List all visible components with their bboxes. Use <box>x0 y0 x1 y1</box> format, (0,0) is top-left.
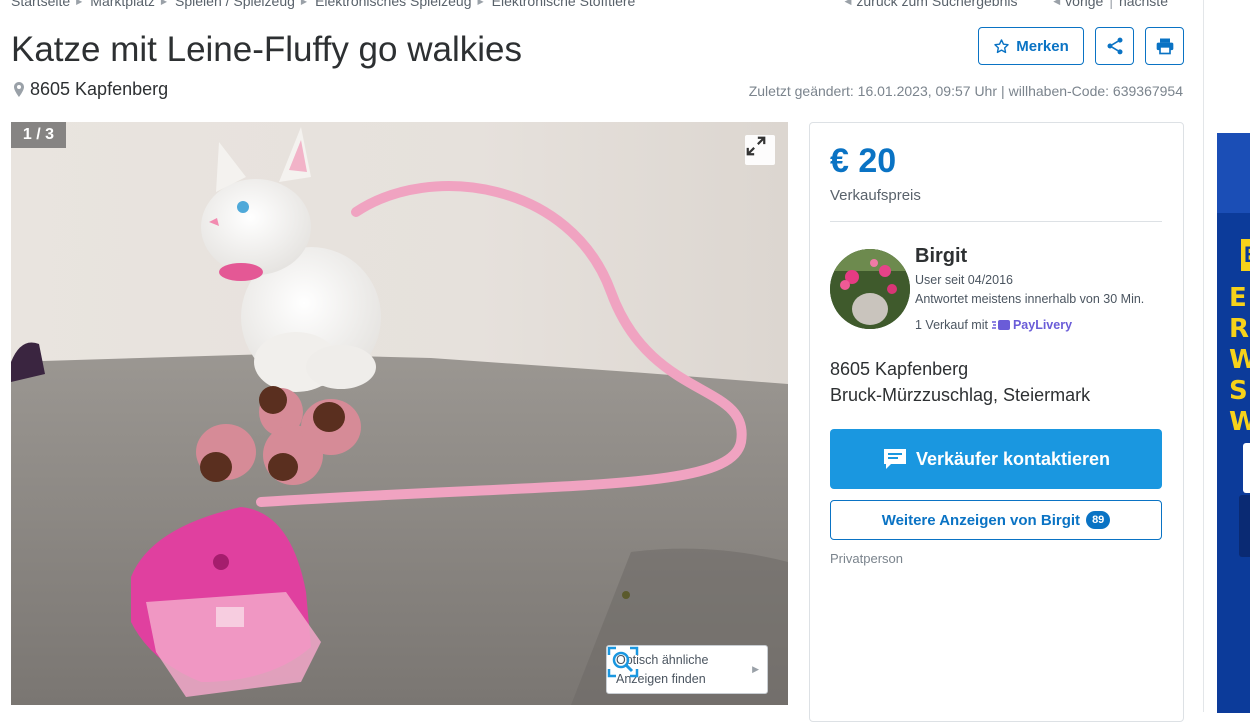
content-edge <box>1203 0 1204 712</box>
ad-dark-panel <box>1239 495 1250 557</box>
ad-letter: E <box>1229 283 1247 313</box>
listing-location: 8605 Kapfenberg <box>14 79 168 100</box>
location-text: 8605 Kapfenberg <box>30 79 169 99</box>
save-button-label: Merken <box>1016 37 1069 55</box>
paylivery-icon <box>991 320 1010 330</box>
ad-letter: S <box>1229 376 1248 406</box>
star-icon <box>994 38 1009 53</box>
chevron-left-icon: ◀ <box>1053 0 1061 6</box>
seller-response-time: Antwortet meistens innerhalb von 30 Min. <box>915 292 1145 306</box>
chevron-right-icon: ▶ <box>160 0 168 6</box>
next-link[interactable]: nächste <box>1119 0 1168 9</box>
paylivery-brand: PayLivery <box>991 318 1073 332</box>
seller-name[interactable]: Birgit <box>915 245 967 268</box>
seller-avatar[interactable] <box>830 249 910 329</box>
ad-top-band <box>1217 133 1250 213</box>
price-value: € 20 <box>830 142 897 180</box>
price-label: Verkaufspreis <box>830 187 921 204</box>
ad-letter: R <box>1229 314 1250 344</box>
ad-text: E R W S W <box>1229 283 1250 438</box>
chevron-left-icon: ◀ <box>844 0 852 6</box>
last-changed-text: Zuletzt geändert: 16.01.2023, 09:57 Uhr <box>748 83 997 99</box>
image-gallery[interactable]: 1 / 3 Optisch ähnliche Anzeigen finden ▶ <box>11 122 788 705</box>
divider: | <box>1109 0 1113 9</box>
map-pin-icon <box>14 82 24 97</box>
chevron-right-icon: ▶ <box>76 0 83 6</box>
seller-sales: 1 Verkauf mit PayLivery <box>915 318 1072 332</box>
more-ads-count-badge: 89 <box>1086 511 1111 529</box>
seller-address-line2: Bruck-Mürzzuschlag, Steiermark <box>830 385 1091 405</box>
seller-address-line1: 8605 Kapfenberg <box>830 359 969 379</box>
image-counter: 1 / 3 <box>11 122 66 148</box>
visual-search-button[interactable]: Optisch ähnliche Anzeigen finden ▶ <box>606 645 768 694</box>
save-button[interactable]: Merken <box>978 27 1084 65</box>
seller-sales-text: 1 Verkauf mit <box>915 318 988 332</box>
print-icon <box>1156 38 1173 55</box>
breadcrumb-item-elektronisches-spielzeug[interactable]: Elektronisches Spielzeug <box>315 0 471 9</box>
result-navigation: ◀ zurück zum Suchergebnis ◀ vorige | nächste <box>844 0 1168 9</box>
chevron-right-icon: ▶ <box>752 664 759 674</box>
listing-code-text: willhaben-Code: 639367954 <box>1008 83 1183 99</box>
more-ads-label: Weitere Anzeigen von Birgit <box>881 511 1081 529</box>
chat-icon <box>883 449 906 469</box>
listing-toolbar: Merken <box>978 27 1184 65</box>
breadcrumb-item-marktplatz[interactable]: Marktplatz <box>90 0 155 9</box>
breadcrumb-item-spielen[interactable]: Spielen / Spielzeug <box>175 0 295 9</box>
ad-banner[interactable]: B E R W S W <box>1217 133 1250 713</box>
price-seller-card: € 20 Verkaufspreis Birgit User seit 04/2… <box>809 122 1184 722</box>
avatar-image <box>830 249 910 329</box>
ad-yellow-letter: B <box>1241 239 1250 271</box>
share-button[interactable] <box>1095 27 1134 65</box>
chevron-right-icon: ▶ <box>477 0 484 6</box>
visual-search-icon <box>607 646 639 678</box>
share-icon <box>1107 37 1122 55</box>
divider: | <box>1001 83 1005 99</box>
paylivery-label: PayLivery <box>1012 318 1073 332</box>
divider <box>830 221 1162 222</box>
breadcrumb-item-elektronische-stofftiere[interactable]: Elektronische Stofftiere <box>492 0 636 9</box>
previous-link[interactable]: vorige <box>1065 0 1103 9</box>
contact-seller-label: Verkäufer kontaktieren <box>915 448 1111 469</box>
seller-type: Privatperson <box>830 551 903 566</box>
seller-since: User seit 04/2016 <box>915 273 1013 287</box>
page-title: Katze mit Leine-Fluffy go walkies <box>11 30 522 69</box>
ad-letter: W <box>1229 407 1250 437</box>
listing-photo <box>11 122 788 705</box>
ad-letter: W <box>1229 345 1250 375</box>
breadcrumb: Startseite ▶ Marktplatz ▶ Spielen / Spielzeu… <box>11 0 635 9</box>
fullscreen-button[interactable] <box>745 135 775 165</box>
contact-seller-button[interactable]: Verkäufer kontaktieren <box>830 429 1162 489</box>
ad-white-panel <box>1243 443 1250 493</box>
chevron-right-icon: ▶ <box>300 0 308 6</box>
more-ads-button[interactable]: Weitere Anzeigen von Birgit 89 <box>830 500 1162 540</box>
back-to-results-link[interactable]: zurück zum Suchergebnis <box>856 0 1017 9</box>
expand-icon <box>746 136 766 156</box>
breadcrumb-item-startseite[interactable]: Startseite <box>11 0 70 9</box>
listing-meta: Zuletzt geändert: 16.01.2023, 09:57 Uhr |… <box>749 83 1183 99</box>
print-button[interactable] <box>1145 27 1184 65</box>
